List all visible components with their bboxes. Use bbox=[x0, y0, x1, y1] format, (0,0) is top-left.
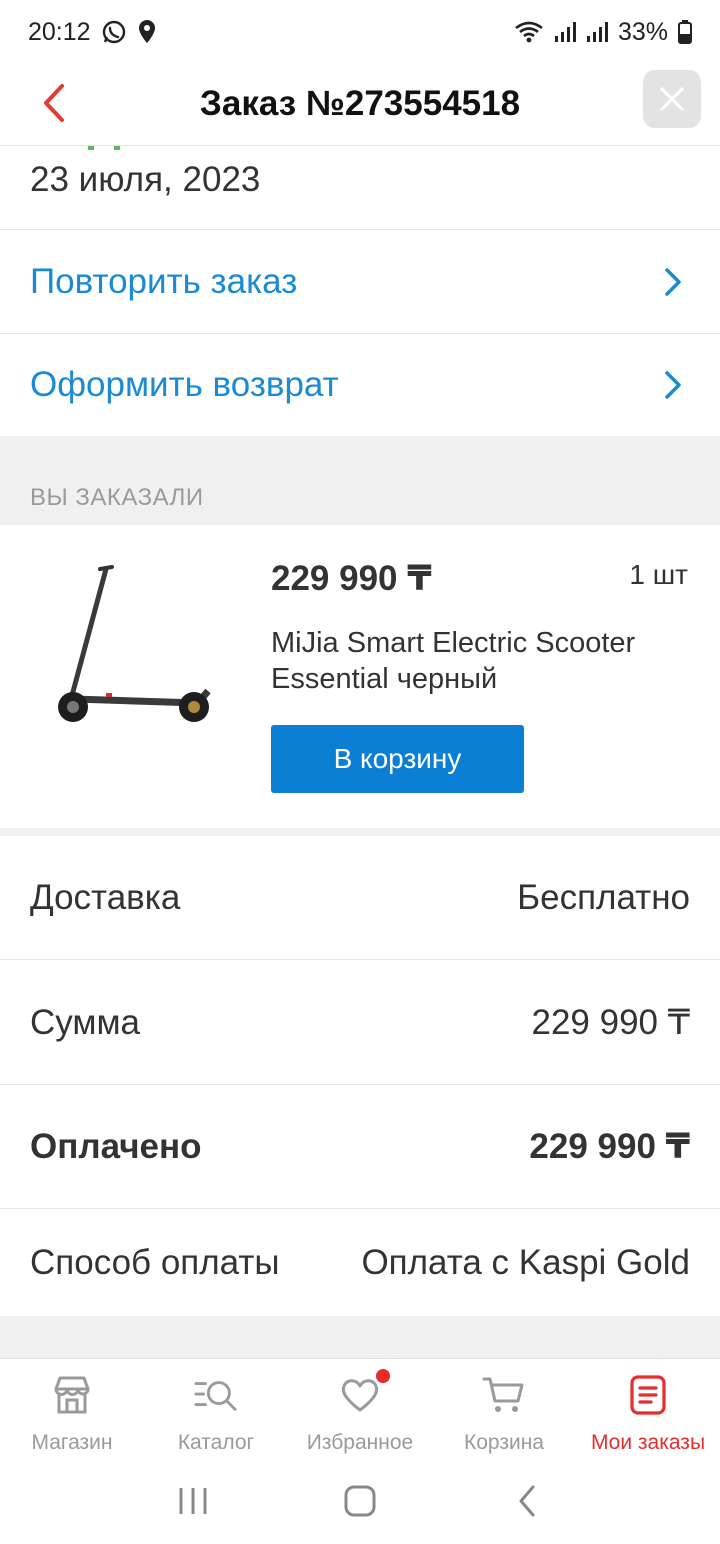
status-bar: 20:12 33% bbox=[0, 0, 720, 64]
nav-label-store: Магазин bbox=[31, 1431, 113, 1454]
recent-apps-button[interactable] bbox=[168, 1476, 218, 1526]
delivery-value: Бесплатно bbox=[517, 877, 690, 917]
ordered-section-header: ВЫ ЗАКАЗАЛИ bbox=[0, 436, 720, 525]
status-indicator-partial bbox=[88, 146, 120, 150]
status-right: 33% bbox=[514, 18, 692, 47]
nav-label-favorites: Избранное bbox=[306, 1431, 414, 1454]
system-navigation-bar bbox=[0, 1458, 720, 1544]
battery-icon bbox=[678, 20, 692, 44]
order-date: 23 июля, 2023 bbox=[30, 160, 261, 199]
nav-item-catalog[interactable]: Каталог bbox=[144, 1359, 288, 1458]
paid-value: 229 990 ₸ bbox=[529, 1126, 690, 1166]
payment-method-row: Способ оплаты Оплата с Kaspi Gold bbox=[0, 1209, 720, 1316]
home-button[interactable] bbox=[335, 1476, 385, 1526]
return-order-label: Оформить возврат bbox=[30, 365, 339, 404]
signal-icon-2 bbox=[586, 21, 608, 43]
nav-label-cart: Корзина bbox=[464, 1431, 544, 1454]
page-title: Заказ №273554518 bbox=[199, 84, 521, 123]
repeat-order-label: Повторить заказ bbox=[30, 262, 298, 301]
close-icon bbox=[660, 87, 684, 111]
catalog-search-icon bbox=[194, 1373, 238, 1417]
nav-label-orders: Мои заказы bbox=[590, 1431, 706, 1454]
sum-value: 229 990 ₸ bbox=[531, 1002, 690, 1042]
store-icon bbox=[50, 1373, 94, 1417]
close-button[interactable] bbox=[643, 70, 701, 128]
product-name[interactable]: MiJia Smart Electric Scooter Essential ч… bbox=[271, 625, 691, 697]
return-order-row[interactable]: Оформить возврат bbox=[0, 334, 720, 437]
ordered-section-label: ВЫ ЗАКАЗАЛИ bbox=[30, 484, 204, 511]
nav-item-store[interactable]: Магазин bbox=[0, 1359, 144, 1458]
app-header: Заказ №273554518 bbox=[0, 64, 720, 146]
nav-item-cart[interactable]: Корзина bbox=[432, 1359, 576, 1458]
system-back-button[interactable] bbox=[502, 1476, 552, 1526]
add-to-cart-button[interactable]: В корзину bbox=[271, 725, 524, 793]
back-icon bbox=[519, 1485, 535, 1517]
status-left: 20:12 bbox=[28, 18, 157, 47]
delivery-label: Доставка bbox=[30, 877, 181, 917]
payment-method-value: Оплата с Kaspi Gold bbox=[361, 1242, 690, 1282]
product-quantity: 1 шт bbox=[629, 559, 688, 590]
paid-row: Оплачено 229 990 ₸ bbox=[0, 1085, 720, 1209]
nav-item-orders[interactable]: Мои заказы bbox=[576, 1359, 720, 1458]
signal-icon bbox=[554, 21, 576, 43]
sum-label: Сумма bbox=[30, 1002, 140, 1042]
status-time: 20:12 bbox=[28, 17, 91, 46]
nav-item-favorites[interactable]: Избранное bbox=[288, 1359, 432, 1458]
chevron-right-icon bbox=[658, 267, 688, 297]
recent-apps-icon bbox=[179, 1488, 207, 1514]
payment-method-label: Способ оплаты bbox=[30, 1242, 280, 1282]
wifi-icon bbox=[514, 20, 544, 44]
bottom-spacer bbox=[0, 1316, 720, 1358]
bottom-navigation: Магазин Каталог Избранное Корзина Мои за… bbox=[0, 1358, 720, 1458]
product-price: 229 990 ₸ bbox=[271, 559, 432, 598]
cart-icon bbox=[482, 1373, 526, 1417]
sum-row: Сумма 229 990 ₸ bbox=[0, 961, 720, 1085]
whatsapp-icon bbox=[101, 19, 127, 45]
repeat-order-row[interactable]: Повторить заказ bbox=[0, 231, 720, 334]
notification-dot bbox=[376, 1369, 390, 1383]
location-icon bbox=[137, 19, 157, 45]
battery-percent: 33% bbox=[617, 17, 668, 46]
home-icon bbox=[344, 1485, 376, 1517]
orders-icon bbox=[626, 1373, 670, 1417]
chevron-right-icon bbox=[658, 370, 688, 400]
order-date-section: 23 июля, 2023 bbox=[0, 146, 720, 230]
heart-icon bbox=[338, 1373, 382, 1417]
nav-label-catalog: Каталог bbox=[177, 1431, 255, 1454]
paid-label: Оплачено bbox=[30, 1126, 202, 1166]
product-card: 229 990 ₸ 1 шт MiJia Smart Electric Scoo… bbox=[0, 525, 720, 828]
scooter-image bbox=[58, 565, 211, 722]
delivery-row: Доставка Бесплатно bbox=[0, 836, 720, 960]
section-divider bbox=[0, 828, 720, 836]
